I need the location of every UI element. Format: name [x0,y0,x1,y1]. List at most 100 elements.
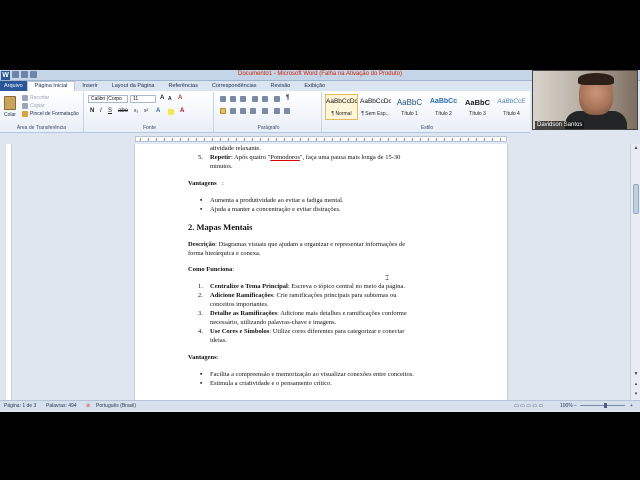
vertical-ruler[interactable] [6,144,12,400]
ruler-tick [228,138,229,141]
colon: : [222,180,224,187]
style-no-spacing[interactable]: AaBbCcDc ¶ Sem Esp... [359,94,392,120]
ruler-tick [452,138,453,141]
borders-icon[interactable] [284,108,290,114]
style-normal[interactable]: AaBbCcDc ¶ Normal [325,94,358,120]
align-left-icon[interactable] [220,108,226,114]
line-spacing-icon[interactable] [262,108,268,114]
bullet-item: Facilita a compreensão e memorização ao … [210,371,414,378]
italic-icon[interactable]: I [100,108,102,114]
undo-icon[interactable] [21,71,28,78]
next-page-icon[interactable]: ▾ [632,390,640,398]
style-heading-2[interactable]: AaBbCc Título 2 [427,94,460,120]
proofing-icon[interactable]: ⊘ [86,403,90,409]
tab-insert[interactable]: Inserir [75,81,104,91]
bold-icon[interactable]: N [90,108,94,114]
ruler-tick [212,138,213,141]
ruler-tick [372,138,373,141]
paste-button[interactable]: Colar [4,112,16,118]
ruler-tick [340,138,341,141]
text-line: conceitos importantes. [210,301,269,308]
style-name: Título 1 [401,111,418,117]
tab-view[interactable]: Exibição [297,81,332,91]
font-color-icon[interactable]: A [180,108,184,114]
shrink-font-icon[interactable]: A [168,96,172,102]
shading-icon[interactable] [274,108,280,114]
tab-references[interactable]: Referências [161,81,204,91]
section-label: Como Funciona [188,266,233,273]
text-line: forma hierárquica e conexa. [188,250,261,257]
ruler-tick [148,138,149,141]
style-heading-1[interactable]: AaBbC Título 1 [393,94,426,120]
ruler-tick [380,138,381,141]
zoom-in-icon[interactable]: + [630,403,633,409]
horizontal-ruler[interactable] [135,136,507,142]
word-logo-icon[interactable]: W [1,71,10,80]
copy-icon[interactable] [22,103,28,109]
scroll-thumb[interactable] [633,184,639,214]
justify-icon[interactable] [250,108,256,114]
view-buttons[interactable]: ▭ ▭ ▭ ▭ ▭ [514,403,543,409]
format-painter-icon[interactable] [22,111,28,117]
ruler-tick [476,138,477,141]
highlight-icon[interactable] [168,109,174,115]
style-sample: AaBbCcDc [360,98,391,105]
ruler-tick [444,138,445,141]
scroll-up-icon[interactable]: ▲ [632,144,640,152]
cut-icon[interactable] [22,95,28,101]
multilevel-list-icon[interactable] [240,96,246,102]
redo-icon[interactable] [30,71,37,78]
ruler-tick [500,138,501,141]
ruler-tick [468,138,469,141]
scroll-down-icon[interactable]: ▼ [632,370,640,378]
ruler-tick [364,138,365,141]
page-count[interactable]: Página: 1 de 3 [4,403,36,409]
tab-page-layout[interactable]: Layout da Página [105,81,162,91]
numbering-icon[interactable] [230,96,236,102]
item-term: Centralize o Tema Principal [210,283,288,290]
tab-mailings[interactable]: Correspondências [205,81,264,91]
sort-icon[interactable] [274,96,280,102]
grow-font-icon[interactable]: A [160,95,164,101]
ruler-tick [172,138,173,141]
text-effects-icon[interactable]: A [156,108,160,114]
ruler-tick [460,138,461,141]
superscript-icon[interactable]: x² [144,108,148,114]
show-marks-icon[interactable]: ¶ [286,95,289,101]
document-page[interactable]: atividade relaxante. 5. Repetir: Após qu… [135,144,507,400]
numbered-item: Adicione Ramificações: Crie ramificações… [210,292,396,299]
save-icon[interactable] [12,71,19,78]
zoom-out-icon[interactable]: − [574,403,577,409]
vertical-scrollbar[interactable]: ▲ ▼ ▴ ▾ [630,144,640,400]
align-right-icon[interactable] [240,108,246,114]
tab-review[interactable]: Revisão [263,81,297,91]
language[interactable]: Português (Brasil) [96,403,136,409]
zoom-slider-thumb[interactable] [604,403,607,408]
font-size-select[interactable]: 11 [130,95,156,103]
style-heading-3[interactable]: AaBbC Título 3 [461,94,494,120]
paste-icon[interactable] [4,96,16,110]
ruler-tick [436,138,437,141]
subscript-icon[interactable]: x₂ [134,108,138,114]
zoom-slider[interactable] [580,405,625,406]
tab-file[interactable]: Arquivo [0,81,27,91]
bullets-icon[interactable] [220,96,226,102]
align-center-icon[interactable] [230,108,236,114]
clear-format-icon[interactable]: A [178,95,182,101]
style-heading-4[interactable]: AaBbCcE Título 4 [495,94,528,120]
webcam-name-label: Davidson Santos [535,121,585,129]
ruler-tick [276,138,277,141]
format-painter-button[interactable]: Pincel de Formatação [30,111,79,117]
underline-icon[interactable]: S [108,108,112,114]
font-name-select[interactable]: Calibri (Corpo [88,95,128,103]
word-count[interactable]: Palavras: 494 [46,403,77,409]
tab-home[interactable]: Página Inicial [26,81,76,91]
quick-access-toolbar [12,71,37,78]
copy-button[interactable]: Copiar [30,103,45,109]
strikethrough-icon[interactable]: abe [118,108,128,114]
increase-indent-icon[interactable] [262,96,268,102]
previous-page-icon[interactable]: ▴ [632,380,640,388]
zoom-level[interactable]: 100% [560,403,573,409]
decrease-indent-icon[interactable] [252,96,258,102]
cut-button[interactable]: Recortar [30,95,49,101]
